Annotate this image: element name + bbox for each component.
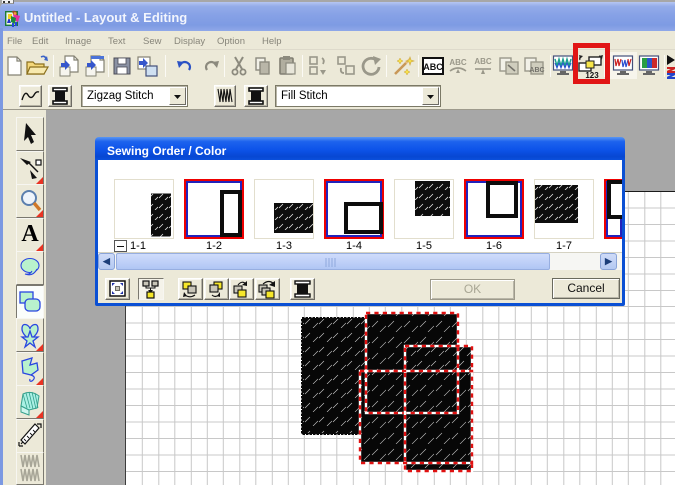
svg-text:ABC: ABC [449,58,467,67]
svg-text:ABC: ABC [474,57,492,66]
svg-text:ABC: ABC [423,62,443,72]
svg-text:ABC: ABC [529,67,544,74]
